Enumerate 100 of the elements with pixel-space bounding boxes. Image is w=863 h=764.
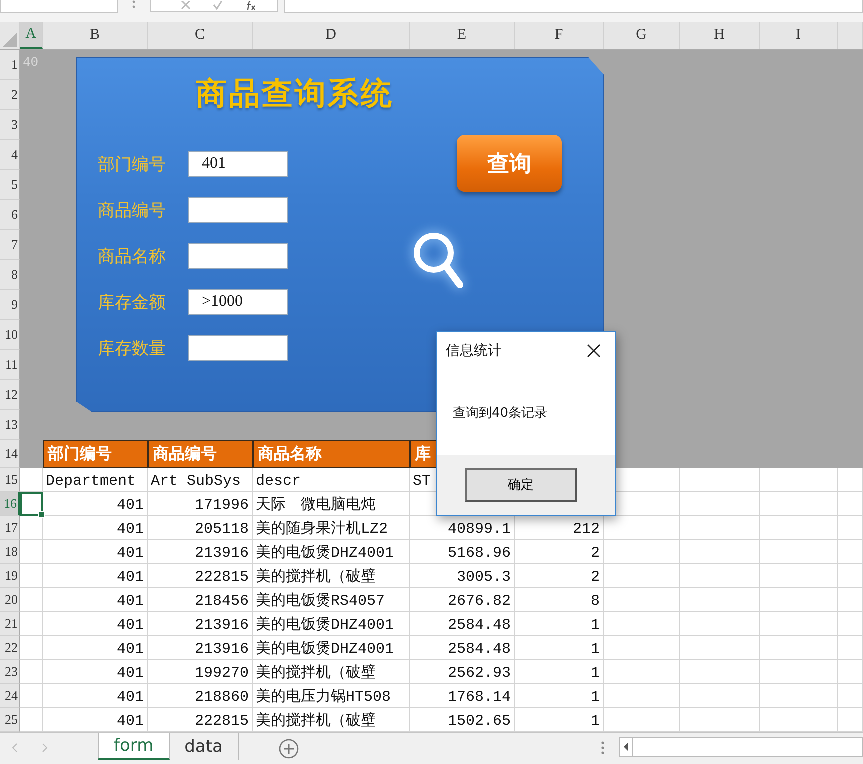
empty-cell[interactable] [604,588,680,612]
empty-cell[interactable] [20,468,43,492]
input-field[interactable]: >1000 [188,289,288,315]
row-header[interactable]: 1 [0,50,20,80]
row-header[interactable]: 10 [0,320,20,350]
input-field[interactable] [188,335,288,361]
row-header[interactable]: 17 [0,516,20,540]
empty-cell[interactable] [604,540,680,564]
row-header[interactable]: 16 [0,492,20,516]
column-header[interactable]: A [20,22,43,49]
row-header[interactable]: 4 [0,140,20,170]
sheet-tab[interactable]: form [98,733,170,760]
empty-cell[interactable] [20,588,43,612]
row-header[interactable]: 9 [0,290,20,320]
row-header[interactable]: 21 [0,612,20,636]
input-field[interactable] [188,197,288,223]
column-header[interactable]: G [604,22,680,49]
column-header[interactable]: F [515,22,604,49]
row-header[interactable]: 18 [0,540,20,564]
row-header[interactable]: 22 [0,636,20,660]
empty-cell[interactable] [680,540,760,564]
row-header[interactable]: 12 [0,380,20,410]
input-field[interactable]: 401 [188,151,288,177]
empty-cell[interactable] [760,684,838,708]
input-field[interactable] [188,243,288,269]
empty-cell[interactable] [838,612,863,636]
empty-cell[interactable] [838,588,863,612]
empty-cell[interactable] [680,588,760,612]
name-box[interactable] [0,0,118,13]
empty-cell[interactable] [838,564,863,588]
empty-cell[interactable] [838,660,863,684]
empty-cell[interactable] [604,636,680,660]
row-header[interactable]: 15 [0,468,20,492]
row-header[interactable]: 13 [0,410,20,440]
row-header[interactable]: 6 [0,200,20,230]
previous-sheet-icon[interactable] [10,743,20,753]
row-header[interactable]: 20 [0,588,20,612]
ok-button[interactable]: 确定 [465,468,577,502]
column-header[interactable]: B [43,22,148,49]
empty-cell[interactable] [838,636,863,660]
column-header[interactable]: C [148,22,253,49]
active-cell[interactable] [20,492,43,516]
empty-cell[interactable] [680,468,760,492]
empty-cell[interactable] [680,612,760,636]
row-header[interactable]: 3 [0,110,20,140]
column-header[interactable]: I [760,22,838,49]
row-header[interactable]: 2 [0,80,20,110]
empty-cell[interactable] [838,684,863,708]
empty-cell[interactable] [760,588,838,612]
row-header[interactable]: 5 [0,170,20,200]
close-icon[interactable] [587,344,601,358]
empty-cell[interactable] [760,516,838,540]
empty-cell[interactable] [838,468,863,492]
empty-cell[interactable] [20,684,43,708]
empty-cell[interactable] [680,516,760,540]
function-icon[interactable] [245,1,255,10]
empty-cell[interactable] [680,660,760,684]
empty-cell[interactable] [838,540,863,564]
row-header[interactable]: 19 [0,564,20,588]
empty-cell[interactable] [680,564,760,588]
empty-cell[interactable] [20,564,43,588]
sheet-tab[interactable]: data [170,733,239,760]
empty-cell[interactable] [680,636,760,660]
empty-cell[interactable] [838,516,863,540]
cancel-icon[interactable] [181,1,191,10]
empty-cell[interactable] [760,492,838,516]
empty-cell[interactable] [604,660,680,684]
empty-cell[interactable] [20,660,43,684]
empty-cell[interactable] [760,564,838,588]
empty-cell[interactable] [760,612,838,636]
drag-handle-icon[interactable] [132,0,136,10]
row-header[interactable]: 8 [0,260,20,290]
column-header[interactable]: D [253,22,410,49]
empty-cell[interactable] [760,540,838,564]
empty-cell[interactable] [20,540,43,564]
row-header[interactable]: 24 [0,684,20,708]
check-icon[interactable] [213,1,223,10]
add-sheet-icon[interactable] [278,739,299,759]
row-header[interactable]: 25 [0,708,20,732]
horizontal-scrollbar[interactable] [618,737,863,757]
empty-cell[interactable] [680,492,760,516]
empty-cell[interactable] [20,516,43,540]
formula-field[interactable] [284,0,863,13]
select-all-icon[interactable] [3,33,17,47]
splitter-icon[interactable] [600,741,605,755]
column-header[interactable]: E [410,22,515,49]
empty-cell[interactable] [680,684,760,708]
column-header[interactable]: H [680,22,760,49]
empty-cell[interactable] [604,612,680,636]
empty-cell[interactable] [760,660,838,684]
empty-cell[interactable] [760,468,838,492]
empty-cell[interactable] [20,636,43,660]
empty-cell[interactable] [760,636,838,660]
row-header[interactable]: 11 [0,350,20,380]
next-sheet-icon[interactable] [40,743,50,753]
empty-cell[interactable] [604,684,680,708]
empty-cell[interactable] [604,564,680,588]
row-header[interactable]: 7 [0,230,20,260]
row-header[interactable]: 14 [0,440,20,468]
empty-cell[interactable] [20,612,43,636]
